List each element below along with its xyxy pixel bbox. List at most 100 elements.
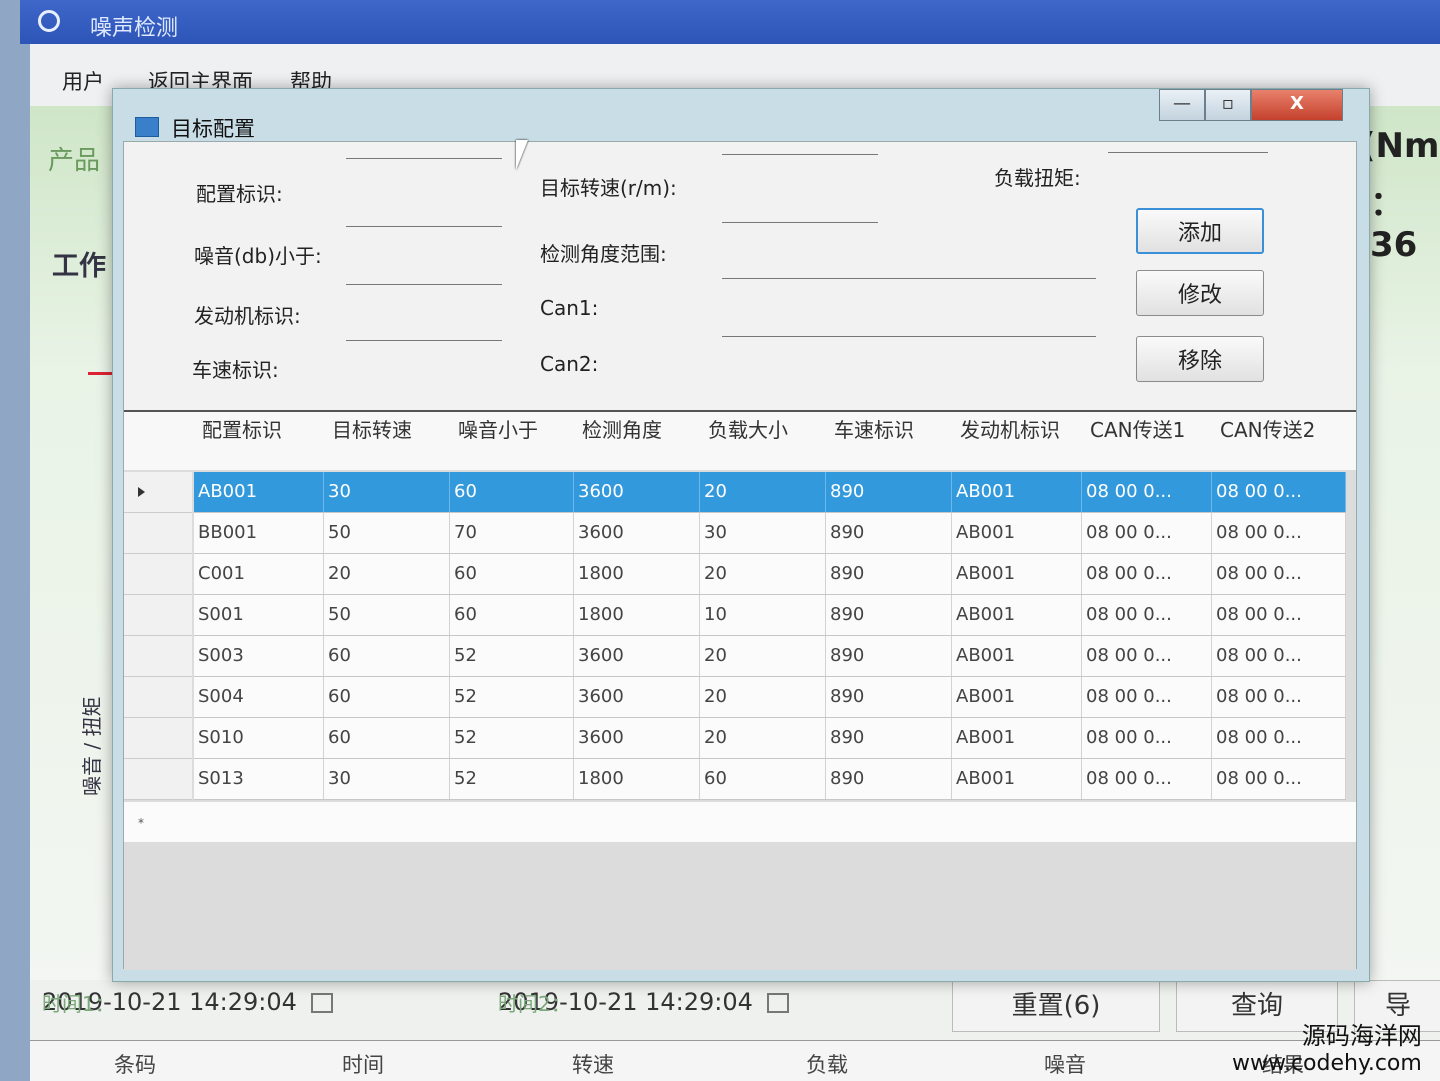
table-cell[interactable]: S010: [194, 718, 324, 758]
table-cell[interactable]: 20: [700, 554, 826, 594]
table-cell[interactable]: 08 00 0...: [1212, 595, 1346, 635]
table-cell[interactable]: 08 00 0...: [1082, 759, 1212, 799]
table-cell[interactable]: 20: [700, 677, 826, 717]
table-cell[interactable]: 10: [700, 595, 826, 635]
row-header[interactable]: [124, 636, 192, 677]
table-cell[interactable]: C001: [194, 554, 324, 594]
table-cell[interactable]: 08 00 0...: [1082, 595, 1212, 635]
minimize-button[interactable]: —: [1159, 89, 1205, 121]
table-cell[interactable]: 08 00 0...: [1212, 759, 1346, 799]
table-cell[interactable]: AB001: [952, 554, 1082, 594]
table-cell[interactable]: 890: [826, 513, 952, 553]
angle-range-field[interactable]: [722, 196, 878, 223]
table-cell[interactable]: AB001: [952, 595, 1082, 635]
table-cell[interactable]: 08 00 0...: [1082, 513, 1212, 553]
table-cell[interactable]: 890: [826, 595, 952, 635]
table-cell[interactable]: 60: [450, 595, 574, 635]
table-cell[interactable]: 20: [700, 718, 826, 758]
calendar-icon[interactable]: [310, 993, 333, 1013]
restore-button[interactable]: ▫: [1205, 89, 1251, 121]
column-header[interactable]: 车速标识: [834, 420, 944, 441]
table-row[interactable]: S003 60 52 3600 20 890 AB001 08 00 0... 08 00 0.…: [194, 636, 1346, 677]
table-cell[interactable]: AB001: [952, 759, 1082, 799]
table-cell[interactable]: 08 00 0...: [1082, 636, 1212, 676]
table-cell[interactable]: BB001: [194, 513, 324, 553]
config-table[interactable]: 配置标识 目标转速 噪音小于 检测角度 负载大小 车速标识 发动机标识 CAN传送1 CAN传送…: [124, 410, 1356, 970]
table-cell[interactable]: 30: [324, 472, 450, 512]
target-speed-field[interactable]: [722, 128, 878, 155]
engine-id-field[interactable]: [346, 258, 502, 285]
table-cell[interactable]: 08 00 0...: [1082, 472, 1212, 512]
table-cell[interactable]: 60: [324, 718, 450, 758]
table-cell[interactable]: 30: [324, 759, 450, 799]
column-header[interactable]: CAN传送2: [1220, 420, 1330, 441]
table-cell[interactable]: 08 00 0...: [1212, 677, 1346, 717]
table-cell[interactable]: 890: [826, 472, 952, 512]
can2-field[interactable]: [722, 310, 1096, 337]
table-cell[interactable]: 08 00 0...: [1212, 513, 1346, 553]
table-cell[interactable]: 890: [826, 759, 952, 799]
row-header[interactable]: [124, 513, 192, 554]
remove-button[interactable]: 移除: [1136, 336, 1264, 382]
table-row[interactable]: BB001 50 70 3600 30 890 AB001 08 00 0... 08 00 0…: [194, 513, 1346, 554]
table-cell[interactable]: 890: [826, 718, 952, 758]
table-cell[interactable]: 08 00 0...: [1082, 554, 1212, 594]
table-cell[interactable]: S013: [194, 759, 324, 799]
table-cell[interactable]: 1800: [574, 554, 700, 594]
table-cell[interactable]: 20: [700, 472, 826, 512]
table-cell[interactable]: 890: [826, 554, 952, 594]
table-cell[interactable]: 890: [826, 636, 952, 676]
table-cell[interactable]: 890: [826, 677, 952, 717]
table-row[interactable]: S004 60 52 3600 20 890 AB001 08 00 0... 08 00 0.…: [194, 677, 1346, 718]
table-cell[interactable]: 08 00 0...: [1212, 554, 1346, 594]
row-header[interactable]: [124, 472, 192, 513]
row-header[interactable]: [124, 718, 192, 759]
table-cell[interactable]: AB001: [952, 472, 1082, 512]
table-cell[interactable]: 3600: [574, 513, 700, 553]
table-cell[interactable]: S003: [194, 636, 324, 676]
load-torque-field[interactable]: [1108, 126, 1268, 153]
table-cell[interactable]: 3600: [574, 718, 700, 758]
column-header[interactable]: 检测角度: [582, 420, 692, 441]
table-cell[interactable]: AB001: [194, 472, 324, 512]
column-header[interactable]: CAN传送1: [1090, 420, 1200, 441]
column-header[interactable]: 噪音小于: [458, 420, 568, 441]
table-cell[interactable]: S001: [194, 595, 324, 635]
time1-picker[interactable]: 时间1： 2019-10-21 14:29:04: [42, 988, 333, 1016]
table-cell[interactable]: 30: [700, 513, 826, 553]
config-id-field[interactable]: [346, 132, 502, 159]
table-cell[interactable]: 08 00 0...: [1212, 472, 1346, 512]
table-row[interactable]: S010 60 52 3600 20 890 AB001 08 00 0... 08 00 0.…: [194, 718, 1346, 759]
table-cell[interactable]: 08 00 0...: [1212, 636, 1346, 676]
table-cell[interactable]: 52: [450, 677, 574, 717]
can1-field[interactable]: [722, 252, 1096, 279]
table-cell[interactable]: 20: [700, 636, 826, 676]
table-row[interactable]: S001 50 60 1800 10 890 AB001 08 00 0... 08 00 0.…: [194, 595, 1346, 636]
table-cell[interactable]: AB001: [952, 677, 1082, 717]
table-cell[interactable]: 3600: [574, 472, 700, 512]
column-header[interactable]: 发动机标识: [960, 420, 1070, 441]
noise-field[interactable]: [346, 200, 502, 227]
table-cell[interactable]: 50: [324, 595, 450, 635]
table-cell[interactable]: AB001: [952, 513, 1082, 553]
table-cell[interactable]: 3600: [574, 636, 700, 676]
table-cell[interactable]: 60: [324, 636, 450, 676]
row-header[interactable]: [124, 595, 192, 636]
table-cell[interactable]: 08 00 0...: [1082, 677, 1212, 717]
table-cell[interactable]: 60: [450, 472, 574, 512]
table-row[interactable]: AB001 30 60 3600 20 890 AB001 08 00 0... 08 00 0…: [194, 472, 1346, 513]
new-row[interactable]: *: [124, 802, 1356, 842]
calendar-icon[interactable]: [766, 993, 789, 1013]
table-cell[interactable]: 1800: [574, 595, 700, 635]
table-row[interactable]: S013 30 52 1800 60 890 AB001 08 00 0... 08 00 0.…: [194, 759, 1346, 800]
table-cell[interactable]: 60: [700, 759, 826, 799]
row-header[interactable]: [124, 677, 192, 718]
table-cell[interactable]: 3600: [574, 677, 700, 717]
menu-user[interactable]: 用户: [62, 66, 104, 96]
modify-button[interactable]: 修改: [1136, 270, 1264, 316]
table-cell[interactable]: AB001: [952, 718, 1082, 758]
table-cell[interactable]: 52: [450, 759, 574, 799]
speed-id-field[interactable]: [346, 314, 502, 341]
table-cell[interactable]: 20: [324, 554, 450, 594]
column-header[interactable]: 配置标识: [202, 420, 312, 441]
